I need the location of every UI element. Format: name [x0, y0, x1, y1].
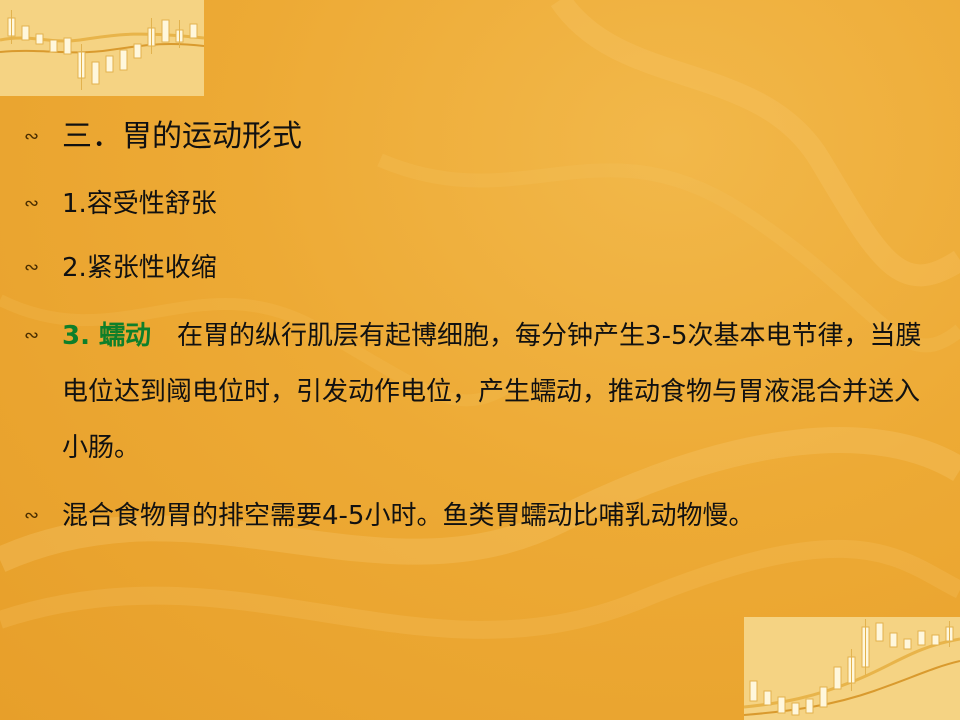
note-paragraph: ∾ 混合食物胃的排空需要4-5小时。鱼类胃蠕动比哺乳动物慢。: [24, 488, 924, 544]
peristalsis-description: 在胃的纵行肌层有起博细胞，每分钟产生3-5次基本电节律，当膜电位达到阈电位时，引…: [62, 321, 922, 463]
wave-bullet-icon: ∾: [24, 325, 40, 346]
peristalsis-label: 3. 蠕动: [62, 321, 152, 351]
slide-title: 三．胃的运动形式: [62, 119, 302, 154]
wave-bullet-icon: ∾: [24, 126, 40, 147]
wave-bullet-icon: ∾: [24, 505, 40, 526]
paragraph-text: 3. 蠕动 在胃的纵行肌层有起博细胞，每分钟产生3-5次基本电节律，当膜电位达到阈…: [62, 308, 922, 476]
candlestick-chart-decoration-top-left: [0, 0, 204, 96]
slide-content: ∾ 三．胃的运动形式 ∾ 1.容受性舒张 ∾ 2.紧张性收缩 ∾ 3. 蠕动 在胃…: [24, 108, 924, 544]
note-text: 混合食物胃的排空需要4-5小时。鱼类胃蠕动比哺乳动物慢。: [62, 501, 755, 531]
candlestick-chart-decoration-bottom-right: [744, 617, 960, 720]
list-item: ∾ 1.容受性舒张: [24, 172, 924, 236]
wave-bullet-icon: ∾: [24, 193, 40, 214]
title-row: ∾ 三．胃的运动形式: [24, 108, 924, 166]
slide: ∾ 三．胃的运动形式 ∾ 1.容受性舒张 ∾ 2.紧张性收缩 ∾ 3. 蠕动 在胃…: [0, 0, 960, 720]
list-item-text: 1.容受性舒张: [62, 189, 217, 219]
wave-bullet-icon: ∾: [24, 257, 40, 278]
peristalsis-paragraph: ∾ 3. 蠕动 在胃的纵行肌层有起博细胞，每分钟产生3-5次基本电节律，当膜电位达…: [24, 308, 924, 476]
list-item: ∾ 2.紧张性收缩: [24, 236, 924, 300]
list-item-text: 2.紧张性收缩: [62, 253, 217, 283]
